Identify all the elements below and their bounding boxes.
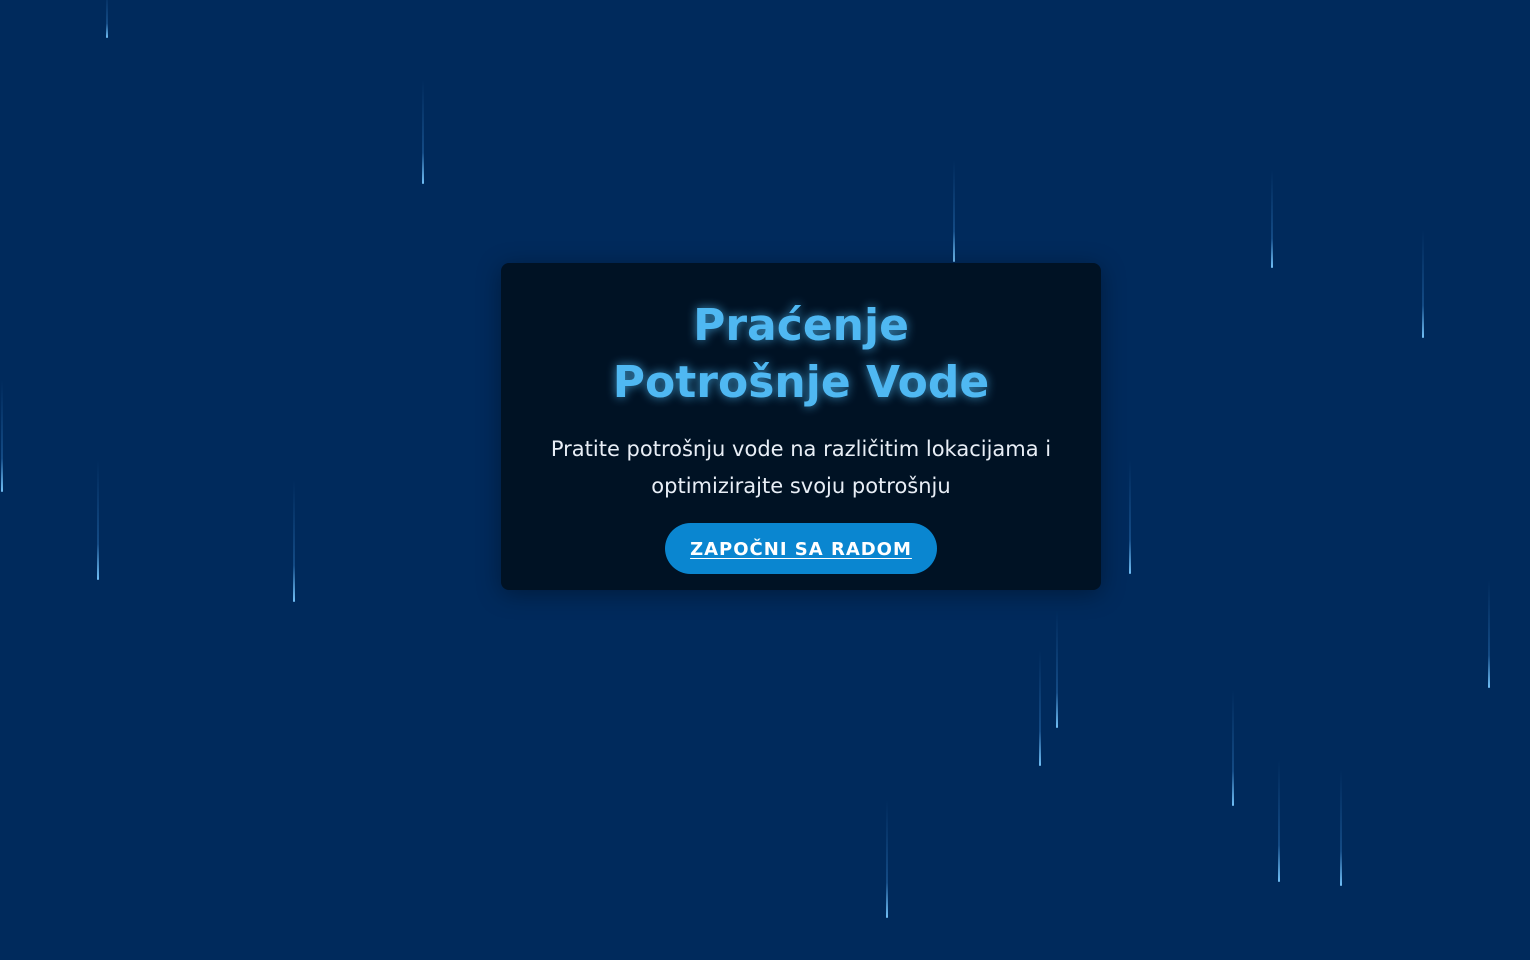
rain-drop (422, 80, 424, 184)
page-title: Praćenje Potrošnje Vode (612, 300, 990, 408)
rain-drop (1340, 770, 1342, 886)
hero-subtitle: Pratite potrošnju vode na različitim lok… (550, 437, 1052, 498)
rain-drop (97, 460, 99, 580)
rain-drop (1039, 650, 1041, 766)
rain-drop (886, 800, 888, 918)
rain-drop (1488, 580, 1490, 688)
rain-drop (1278, 760, 1280, 882)
get-started-button[interactable]: ZAPOČNI SA RADOM (665, 523, 937, 574)
rain-drop (953, 160, 955, 262)
rain-drop (1, 380, 3, 492)
rain-drop (1232, 690, 1234, 806)
hero-card: Praćenje Potrošnje Vode Pratite potrošnj… (501, 263, 1101, 590)
rain-drop (1129, 460, 1131, 574)
rain-drop (1056, 610, 1058, 728)
rain-drop (106, 0, 108, 38)
rain-drop (293, 480, 295, 602)
rain-drop (1422, 230, 1424, 338)
rain-drop (1271, 170, 1273, 268)
rain-background: Praćenje Potrošnje Vode Pratite potrošnj… (0, 0, 1530, 960)
